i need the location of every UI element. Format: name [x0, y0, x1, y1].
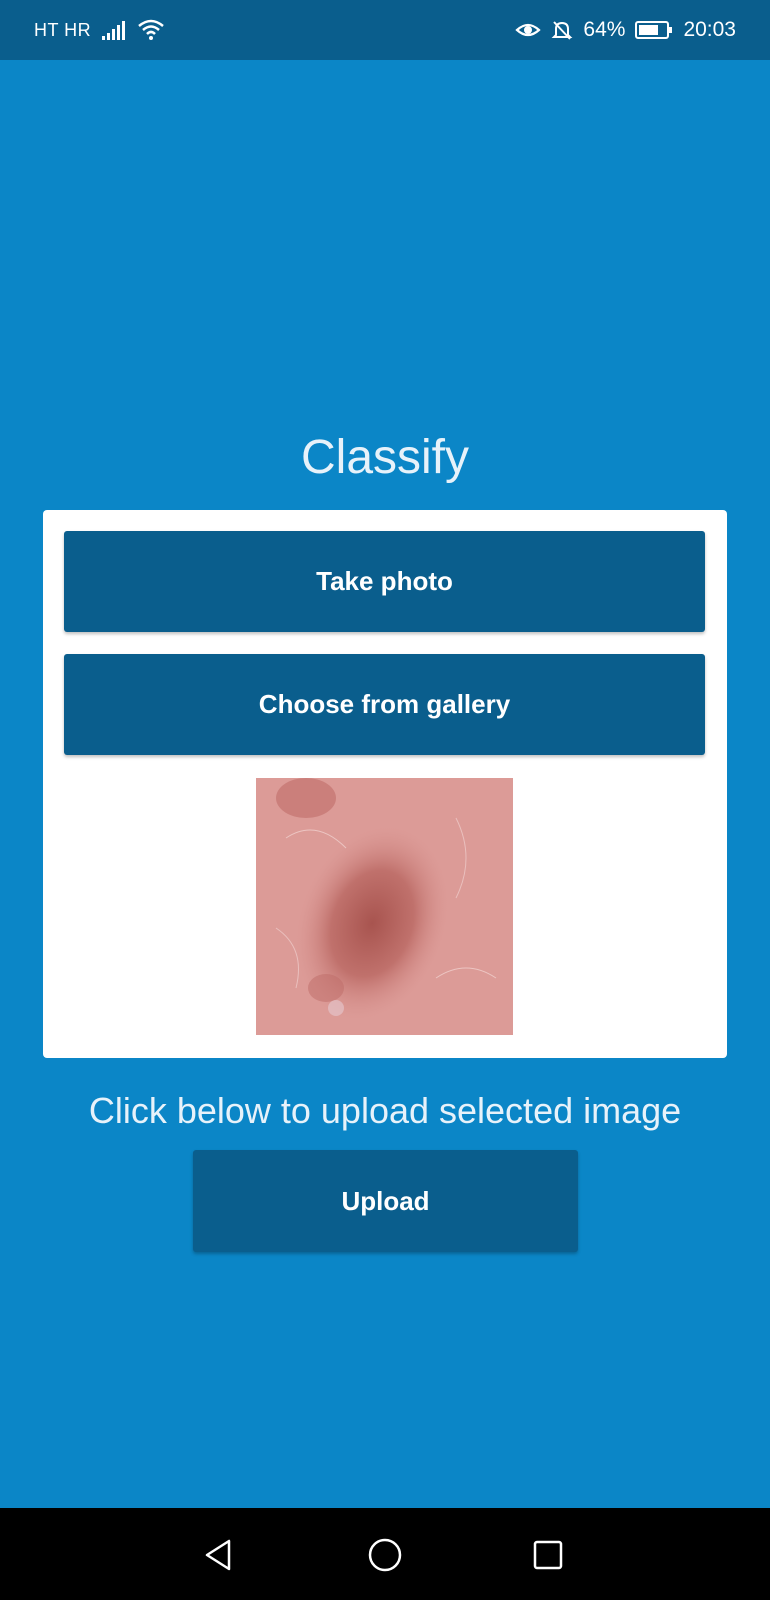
signal-icon: [101, 19, 127, 41]
wifi-icon: [137, 19, 165, 41]
main-content: Classify Take photo Choose from gallery: [0, 60, 770, 1508]
clock: 20:03: [683, 18, 736, 41]
eye-icon: [515, 20, 542, 40]
recents-icon[interactable]: [528, 1535, 568, 1575]
choose-from-gallery-button[interactable]: Choose from gallery: [64, 654, 705, 755]
status-bar: HT HR 64% 20:03: [0, 0, 770, 60]
upload-button[interactable]: Upload: [193, 1150, 578, 1252]
home-icon[interactable]: [365, 1535, 405, 1575]
bell-off-icon: [551, 19, 573, 41]
image-picker-card: Take photo Choose from gallery: [43, 510, 727, 1058]
carrier-label: HT HR: [34, 19, 92, 40]
take-photo-button[interactable]: Take photo: [64, 531, 705, 632]
back-icon[interactable]: [200, 1535, 240, 1575]
upload-hint-text: Click below to upload selected image: [88, 1090, 682, 1131]
status-left: HT HR: [34, 19, 165, 41]
battery-icon: [635, 20, 673, 40]
navigation-bar: [0, 1508, 770, 1600]
page-title: Classify: [300, 431, 470, 484]
status-right: 64% 20:03: [515, 18, 736, 42]
selected-image-preview: [256, 778, 513, 1035]
battery-percent: 64%: [583, 18, 626, 41]
